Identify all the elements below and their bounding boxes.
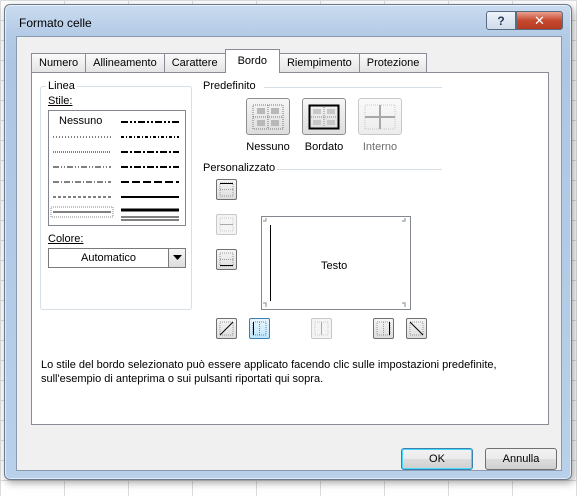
border-diagonal-down-icon	[409, 321, 424, 336]
ok-button[interactable]: OK	[401, 448, 473, 470]
border-top-button[interactable]	[216, 179, 237, 200]
color-select-value: Automatico	[80, 252, 137, 264]
border-left-button[interactable]	[249, 318, 270, 339]
border-horizontal-inside-icon	[219, 217, 234, 232]
tab-bordo[interactable]: Bordo	[224, 49, 280, 73]
border-top-icon	[219, 182, 234, 197]
tab-riempimento[interactable]: Riempimento	[278, 53, 360, 73]
presets-title: Predefinito	[203, 80, 256, 92]
cancel-button[interactable]: Annulla	[485, 448, 557, 470]
preset-none-label: Nessuno	[246, 141, 290, 153]
border-preview[interactable]: Testo	[261, 216, 411, 310]
help-button[interactable]: ?	[486, 11, 516, 30]
custom-border-title: Personalizzato	[203, 162, 276, 174]
border-middle-horizontal-button[interactable]	[216, 214, 237, 235]
line-group-title: Linea	[46, 80, 77, 92]
line-style-list[interactable]: Nessuno	[48, 110, 186, 226]
border-right-icon	[376, 321, 391, 336]
chevron-down-icon[interactable]	[168, 249, 185, 267]
border-diagonal-up-icon	[219, 321, 234, 336]
style-none-option[interactable]: Nessuno	[59, 115, 102, 127]
presets-separator	[264, 87, 442, 88]
tab-numero[interactable]: Numero	[31, 53, 87, 73]
border-description-text: Lo stile del bordo selezionato può esser…	[41, 359, 497, 385]
border-diagonal-down-button[interactable]	[406, 318, 427, 339]
border-bottom-icon	[219, 252, 234, 267]
preset-outline-button[interactable]	[302, 98, 346, 135]
format-cells-dialog: Formato celle ? ✕ Numero Allineamento Ca…	[4, 4, 572, 480]
line-style-swatches	[50, 121, 179, 221]
border-left-icon	[252, 321, 267, 336]
border-right-button[interactable]	[373, 318, 394, 339]
tab-strip: Numero Allineamento Carattere Bordo Riem…	[31, 49, 428, 73]
border-diagonal-up-button[interactable]	[216, 318, 237, 339]
style-label: Stile:	[48, 95, 73, 107]
border-outline-icon	[308, 104, 340, 129]
border-vertical-inside-icon	[314, 321, 329, 336]
preset-inside-button[interactable]	[358, 98, 402, 135]
tab-protezione[interactable]: Protezione	[358, 53, 428, 73]
tab-allineamento[interactable]: Allineamento	[85, 53, 165, 73]
dialog-client-area: Numero Allineamento Carattere Bordo Riem…	[16, 36, 562, 471]
custom-border-separator	[277, 169, 442, 170]
border-bottom-button[interactable]	[216, 249, 237, 270]
dialog-title: Formato celle	[19, 16, 92, 30]
border-none-icon	[252, 104, 284, 129]
close-button[interactable]: ✕	[516, 11, 563, 30]
color-label: Colore:	[48, 233, 83, 245]
preset-inside-label: Interno	[362, 141, 398, 153]
preview-text: Testo	[321, 260, 348, 272]
border-inside-icon	[364, 104, 396, 129]
preset-none-button[interactable]	[246, 98, 290, 135]
color-select[interactable]: Automatico	[48, 248, 186, 268]
color-label-text: Colore:	[48, 233, 84, 245]
border-tab-panel: Linea Stile: Nessuno Colore: Automatico …	[31, 72, 549, 425]
tab-carattere[interactable]: Carattere	[163, 53, 226, 73]
border-middle-vertical-button[interactable]	[311, 318, 332, 339]
preset-outline-label: Bordato	[304, 141, 344, 153]
line-group: Linea Stile: Nessuno Colore: Automatico	[40, 80, 192, 310]
